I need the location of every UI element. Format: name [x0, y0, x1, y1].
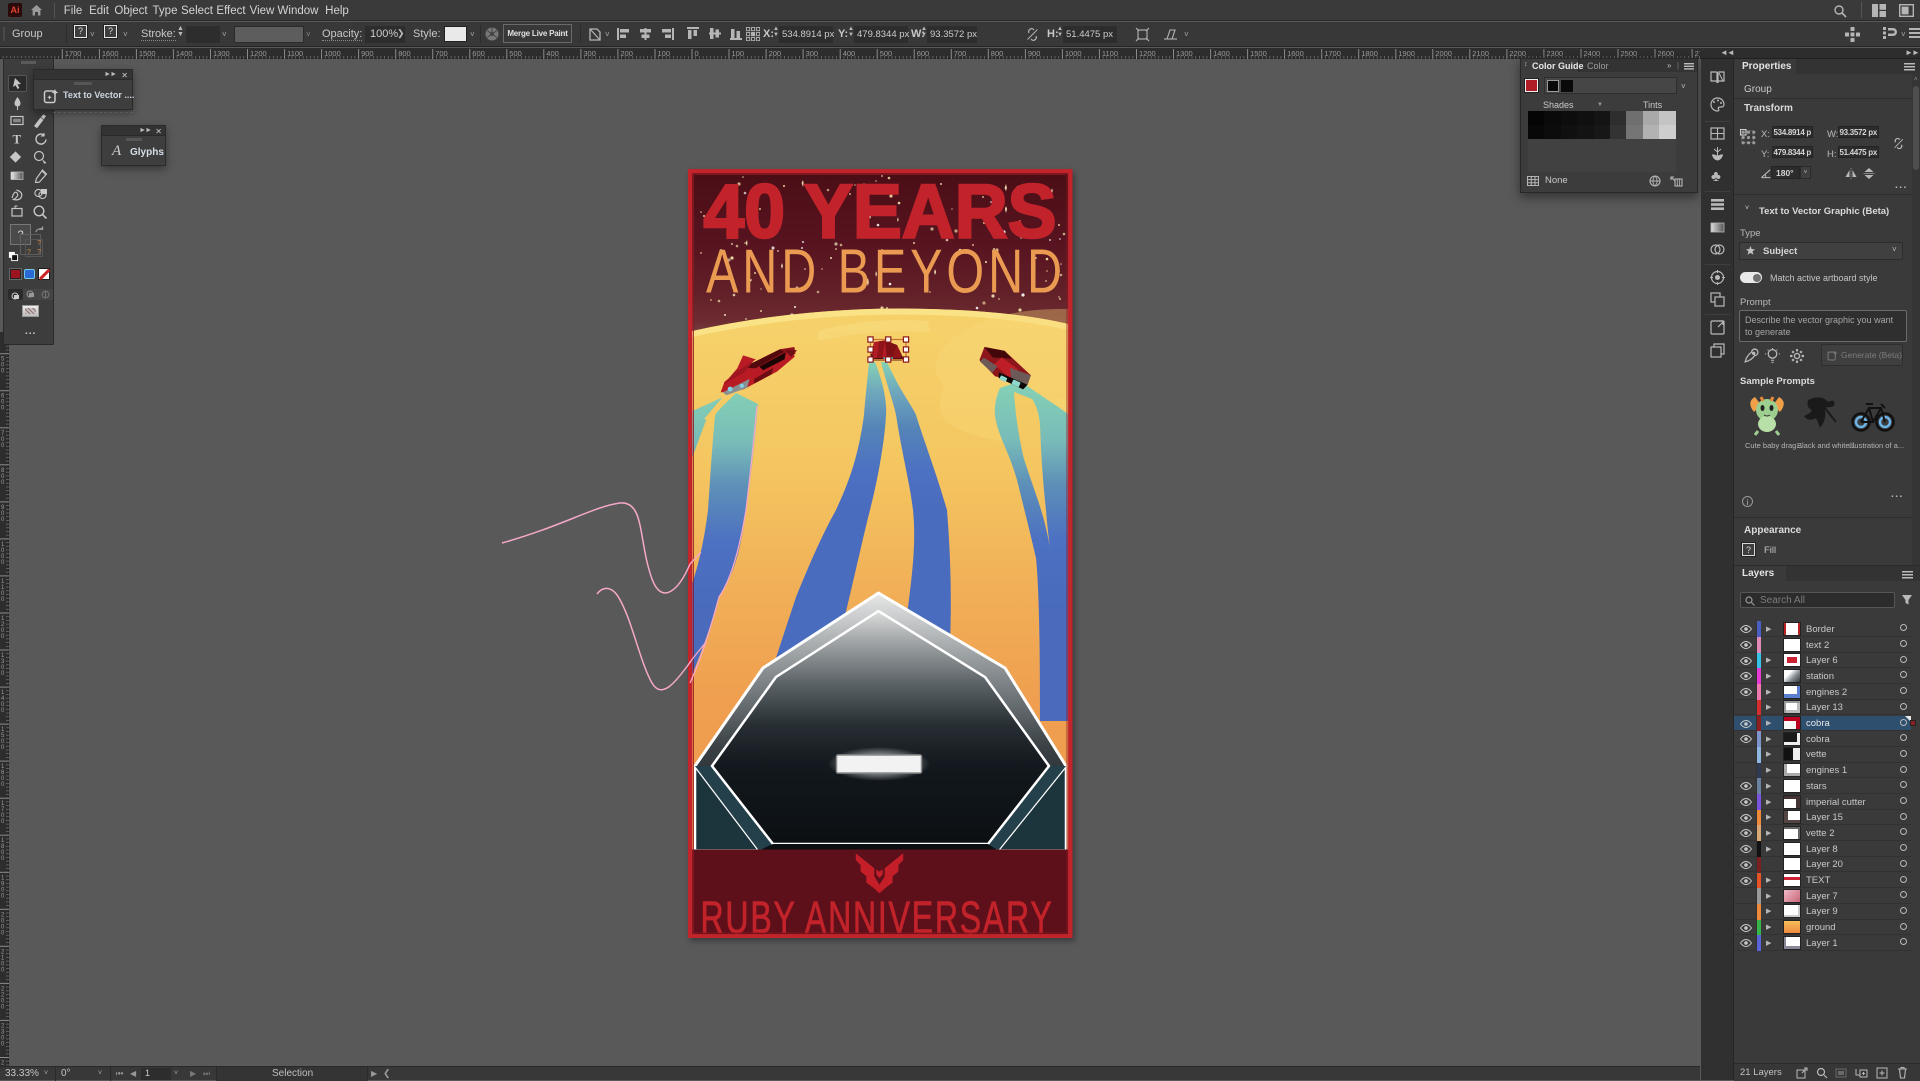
svg-text:0: 0 — [1, 369, 5, 375]
svg-text:0: 0 — [1, 967, 5, 973]
svg-text:100: 100 — [732, 49, 745, 58]
svg-text:1100: 1100 — [1102, 49, 1118, 58]
svg-text:0: 0 — [1, 745, 5, 751]
svg-text:♣: ♣ — [1711, 168, 1721, 184]
svg-text:2500: 2500 — [1621, 49, 1638, 58]
svg-text:0: 0 — [1, 597, 5, 603]
svg-text:800: 800 — [991, 49, 1004, 58]
svg-text:1200: 1200 — [1139, 49, 1156, 58]
svg-text:800: 800 — [398, 49, 411, 58]
svg-text:1400: 1400 — [176, 49, 193, 58]
svg-text:900: 900 — [361, 49, 374, 58]
svg-text:0: 0 — [1, 560, 5, 566]
svg-text:0: 0 — [1, 634, 5, 640]
svg-text:1000: 1000 — [324, 49, 341, 58]
svg-text:2200: 2200 — [1509, 49, 1526, 58]
svg-text:700: 700 — [435, 49, 448, 58]
svg-text:0: 0 — [1, 708, 5, 714]
svg-text:1600: 1600 — [1287, 49, 1304, 58]
svg-text:1100: 1100 — [287, 49, 303, 58]
svg-text:500: 500 — [509, 49, 522, 58]
svg-text:0: 0 — [1, 1004, 5, 1010]
svg-text:200: 200 — [620, 49, 633, 58]
svg-text:400: 400 — [546, 49, 559, 58]
svg-text:1700: 1700 — [1324, 49, 1341, 58]
svg-text:0: 0 — [1, 1041, 5, 1047]
svg-text:2400: 2400 — [1584, 49, 1601, 58]
svg-text:1700: 1700 — [65, 49, 82, 58]
svg-text:0: 0 — [1, 893, 5, 899]
svg-text:300: 300 — [806, 49, 819, 58]
svg-text:1200: 1200 — [250, 49, 267, 58]
svg-text:2300: 2300 — [1546, 49, 1563, 58]
svg-text:500: 500 — [880, 49, 893, 58]
svg-text:700: 700 — [954, 49, 967, 58]
svg-text:AND BEYOND: AND BEYOND — [706, 237, 1066, 306]
svg-text:0: 0 — [1, 517, 5, 523]
svg-text:1000: 1000 — [1065, 49, 1082, 58]
svg-text:1400: 1400 — [1213, 49, 1230, 58]
svg-text:T: T — [13, 132, 22, 147]
svg-text:1500: 1500 — [139, 49, 156, 58]
svg-text:0: 0 — [1, 782, 5, 788]
svg-text:0: 0 — [1, 443, 5, 449]
svg-text:0: 0 — [1, 480, 5, 486]
svg-text:RUBY ANNIVERSARY: RUBY ANNIVERSARY — [701, 892, 1054, 939]
svg-text:0: 0 — [1, 856, 5, 862]
svg-text:100: 100 — [658, 49, 671, 58]
svg-text:1500: 1500 — [1250, 49, 1267, 58]
svg-text:2100: 2100 — [1472, 49, 1489, 58]
svg-text:0: 0 — [1, 819, 5, 825]
svg-text:1300: 1300 — [213, 49, 230, 58]
svg-text:2000: 2000 — [1435, 49, 1452, 58]
svg-text:600: 600 — [472, 49, 485, 58]
svg-text:0: 0 — [1, 671, 5, 677]
svg-text:1600: 1600 — [102, 49, 119, 58]
svg-text:300: 300 — [583, 49, 596, 58]
svg-text:2600: 2600 — [1658, 49, 1675, 58]
svg-text:1900: 1900 — [1398, 49, 1415, 58]
svg-text:600: 600 — [917, 49, 930, 58]
svg-text:0: 0 — [695, 49, 699, 58]
svg-text:200: 200 — [769, 49, 782, 58]
svg-text:0: 0 — [1, 406, 5, 412]
svg-text:400: 400 — [843, 49, 856, 58]
svg-text:1300: 1300 — [1176, 49, 1193, 58]
svg-text:1800: 1800 — [1361, 49, 1378, 58]
svg-text:900: 900 — [1028, 49, 1041, 58]
svg-text:0: 0 — [1, 930, 5, 936]
